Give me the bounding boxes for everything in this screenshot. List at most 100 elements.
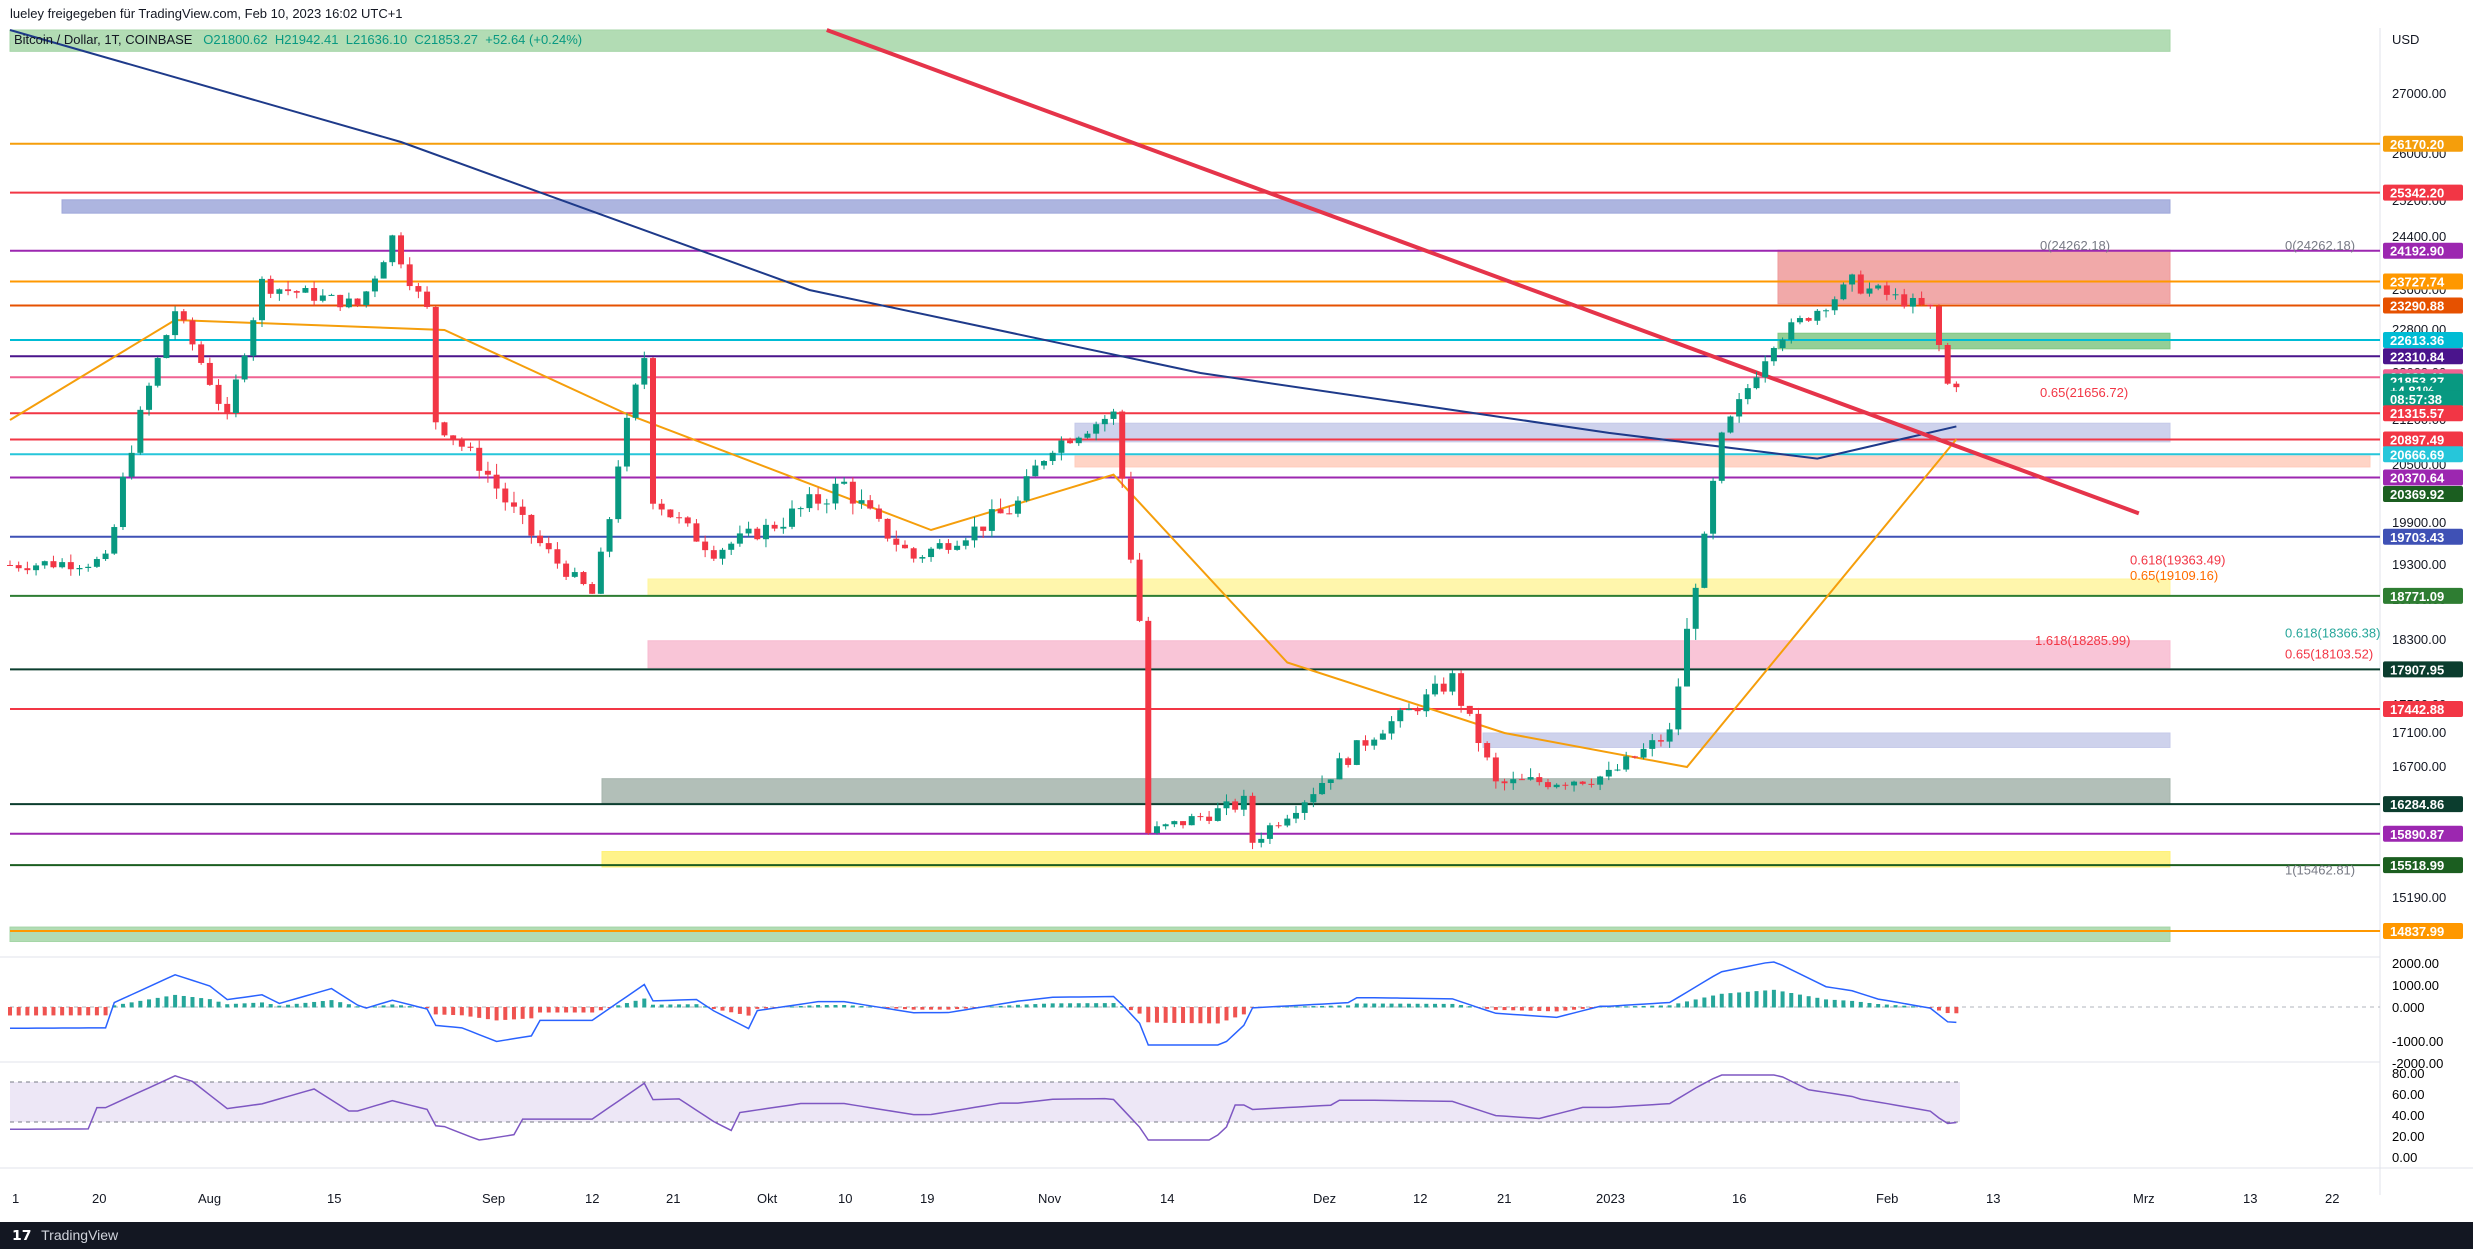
candle-body	[676, 517, 683, 519]
candle-body	[1901, 294, 1908, 307]
candle-body	[93, 559, 100, 567]
fib-label: 0(24262.18)	[2285, 238, 2355, 253]
candle-body	[24, 568, 31, 571]
candle-body	[1571, 781, 1578, 786]
macd-bar	[1945, 1007, 1950, 1014]
candle-body	[632, 384, 639, 418]
candle-body	[988, 509, 995, 531]
macd-bar	[902, 1007, 907, 1010]
macd-bar	[16, 1007, 21, 1016]
macd-bar	[1111, 1003, 1116, 1008]
candle-body	[615, 466, 622, 520]
candle-body	[510, 502, 517, 507]
candle-body	[806, 494, 813, 509]
candle-body	[1727, 416, 1734, 433]
macd-bar	[633, 1000, 638, 1008]
candle-body	[1336, 758, 1343, 780]
price-tick: 24400.00	[2392, 229, 2446, 244]
candle-body	[15, 565, 22, 569]
candle-body	[606, 519, 613, 552]
fib-label: 1.618(18285.99)	[2035, 633, 2130, 648]
macd-bar	[1745, 991, 1750, 1008]
candle-body	[1631, 756, 1638, 758]
x-tick: 14	[1160, 1191, 1174, 1206]
macd-bar	[1007, 1005, 1012, 1008]
candle-body	[380, 262, 387, 279]
macd-bar	[511, 1007, 516, 1020]
macd-bar	[1676, 1003, 1681, 1008]
macd-bar	[181, 995, 186, 1008]
macd-bar	[1832, 999, 1837, 1008]
candle-body	[1353, 740, 1360, 765]
candle-body	[1475, 713, 1482, 744]
price-label: 14837.99	[2390, 924, 2444, 939]
candle-body	[1414, 708, 1421, 712]
candle-body	[102, 553, 109, 560]
macd-bar	[173, 994, 178, 1008]
candle-body	[1892, 294, 1899, 296]
candle-body	[1127, 478, 1134, 560]
macd-bar	[42, 1007, 47, 1016]
price-tick: 27000.00	[2392, 86, 2446, 101]
fib-label: 0(24262.18)	[2040, 238, 2110, 253]
macd-bar	[850, 1005, 855, 1008]
macd-bar	[346, 1004, 351, 1008]
candle-body	[1249, 795, 1256, 843]
macd-bar	[1459, 1005, 1464, 1008]
candle-body	[1032, 465, 1039, 477]
candle-body	[823, 503, 830, 505]
candle-body	[1067, 440, 1074, 444]
candle-body	[389, 235, 396, 263]
candle-body	[849, 481, 856, 504]
macd-bar	[1667, 1005, 1672, 1008]
macd-bar	[477, 1007, 482, 1018]
candle-body	[241, 355, 248, 380]
macd-bar	[1346, 1005, 1351, 1008]
candle-body	[554, 549, 561, 564]
candle-body	[1501, 781, 1508, 784]
candle-body	[1162, 824, 1169, 827]
macd-bar	[1024, 1004, 1029, 1008]
macd-bar	[1572, 1007, 1577, 1010]
price-label: 23727.74	[2390, 275, 2445, 290]
candle-body	[1510, 779, 1517, 784]
candle-body	[337, 294, 344, 308]
price-tick: 16700.00	[2392, 759, 2446, 774]
macd-bar	[963, 1007, 968, 1009]
candle-body	[832, 483, 839, 504]
macd-bar	[1372, 1003, 1377, 1008]
macd-bar	[1537, 1007, 1542, 1011]
candle-body	[1875, 285, 1882, 289]
candle-body	[1206, 816, 1213, 821]
macd-bar	[1363, 1003, 1368, 1008]
macd-bar	[650, 1004, 655, 1008]
candle-body	[1432, 683, 1439, 695]
candle-body	[789, 508, 796, 527]
candle-body	[319, 295, 326, 301]
price-tick: 17100.00	[2392, 725, 2446, 740]
candle-body	[962, 540, 969, 546]
macd-bar	[468, 1007, 473, 1017]
price-label: 17442.88	[2390, 702, 2444, 717]
candle-body	[1614, 769, 1621, 771]
zone-8	[1482, 732, 2171, 748]
x-tick: 15	[327, 1191, 341, 1206]
candle-body	[1397, 710, 1404, 722]
macd-bar	[642, 998, 647, 1008]
macd-bar	[94, 1007, 99, 1016]
macd-bar	[207, 999, 212, 1008]
candle-body	[1440, 683, 1447, 692]
price-chart[interactable]: USD27000.0026000.0025200.0024400.0023600…	[0, 0, 2473, 1249]
macd-bar	[1728, 993, 1733, 1008]
price-tick: 18300.00	[2392, 632, 2446, 647]
candle-body	[172, 311, 179, 336]
ohlc-close: C21853.27	[414, 32, 479, 47]
candle-body	[137, 409, 144, 453]
candle-body	[1119, 411, 1126, 479]
macd-bar	[1702, 997, 1707, 1008]
price-label: 19703.43	[2390, 530, 2444, 545]
candle-body	[1770, 347, 1777, 362]
symbol-name: Bitcoin / Dollar, 1T, COINBASE	[14, 32, 193, 47]
candle-body	[1736, 399, 1743, 417]
macd-bar	[1658, 1005, 1663, 1008]
